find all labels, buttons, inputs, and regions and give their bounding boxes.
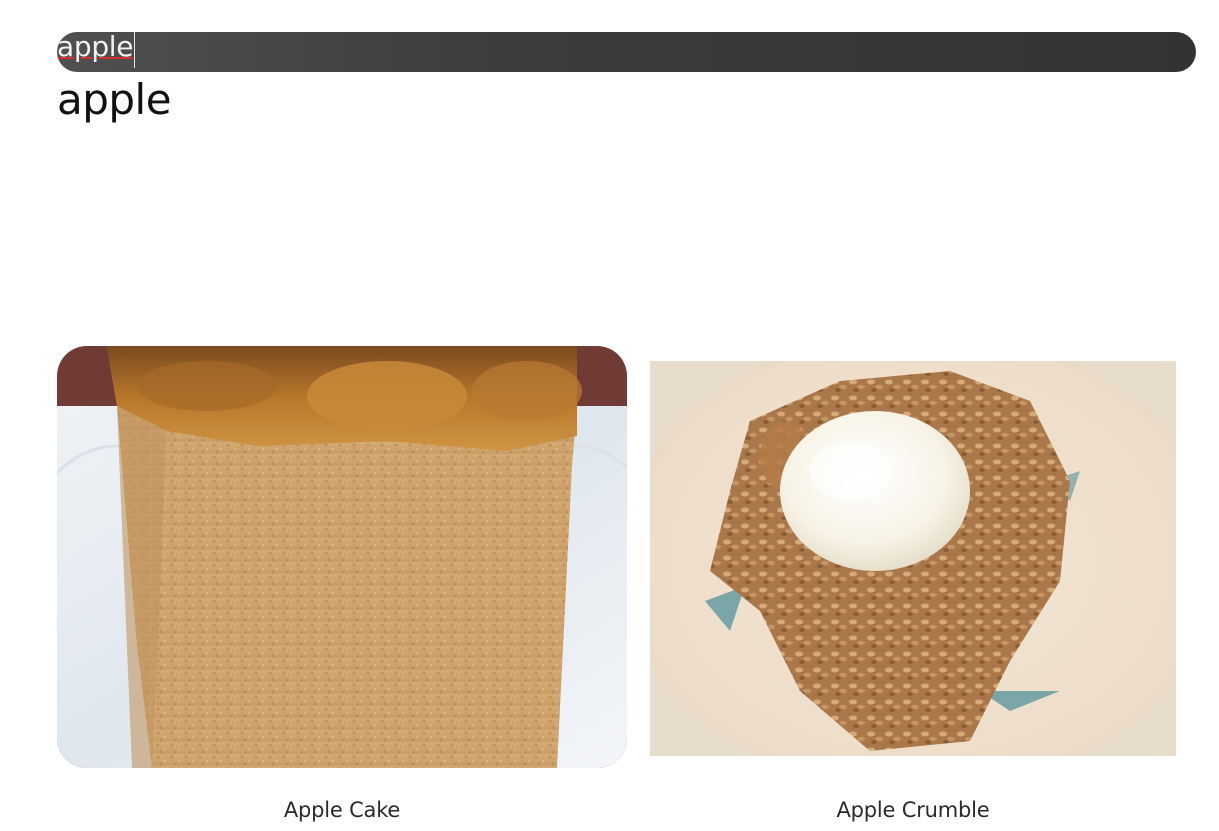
recipe-image-apple-cake[interactable]	[57, 346, 627, 768]
recipe-image-apple-crumble[interactable]	[650, 361, 1176, 756]
search-input[interactable]: apple	[57, 32, 136, 72]
recipe-title[interactable]: Apple Crumble	[650, 798, 1176, 822]
recipe-card-apple-cake[interactable]: Apple Cake	[57, 346, 627, 822]
apple-crumble-photo	[650, 361, 1176, 756]
recipe-card-apple-crumble[interactable]: Apple Crumble	[650, 346, 1176, 822]
recipe-search-page: apple apple Apple Cake Apple Crumble	[0, 0, 1219, 831]
apple-cake-photo	[57, 346, 627, 768]
search-input-text[interactable]: apple	[57, 32, 134, 66]
results-heading: apple	[57, 75, 172, 124]
text-caret	[134, 32, 136, 68]
recipe-title[interactable]: Apple Cake	[57, 798, 627, 822]
search-bar[interactable]: apple	[57, 32, 1196, 72]
